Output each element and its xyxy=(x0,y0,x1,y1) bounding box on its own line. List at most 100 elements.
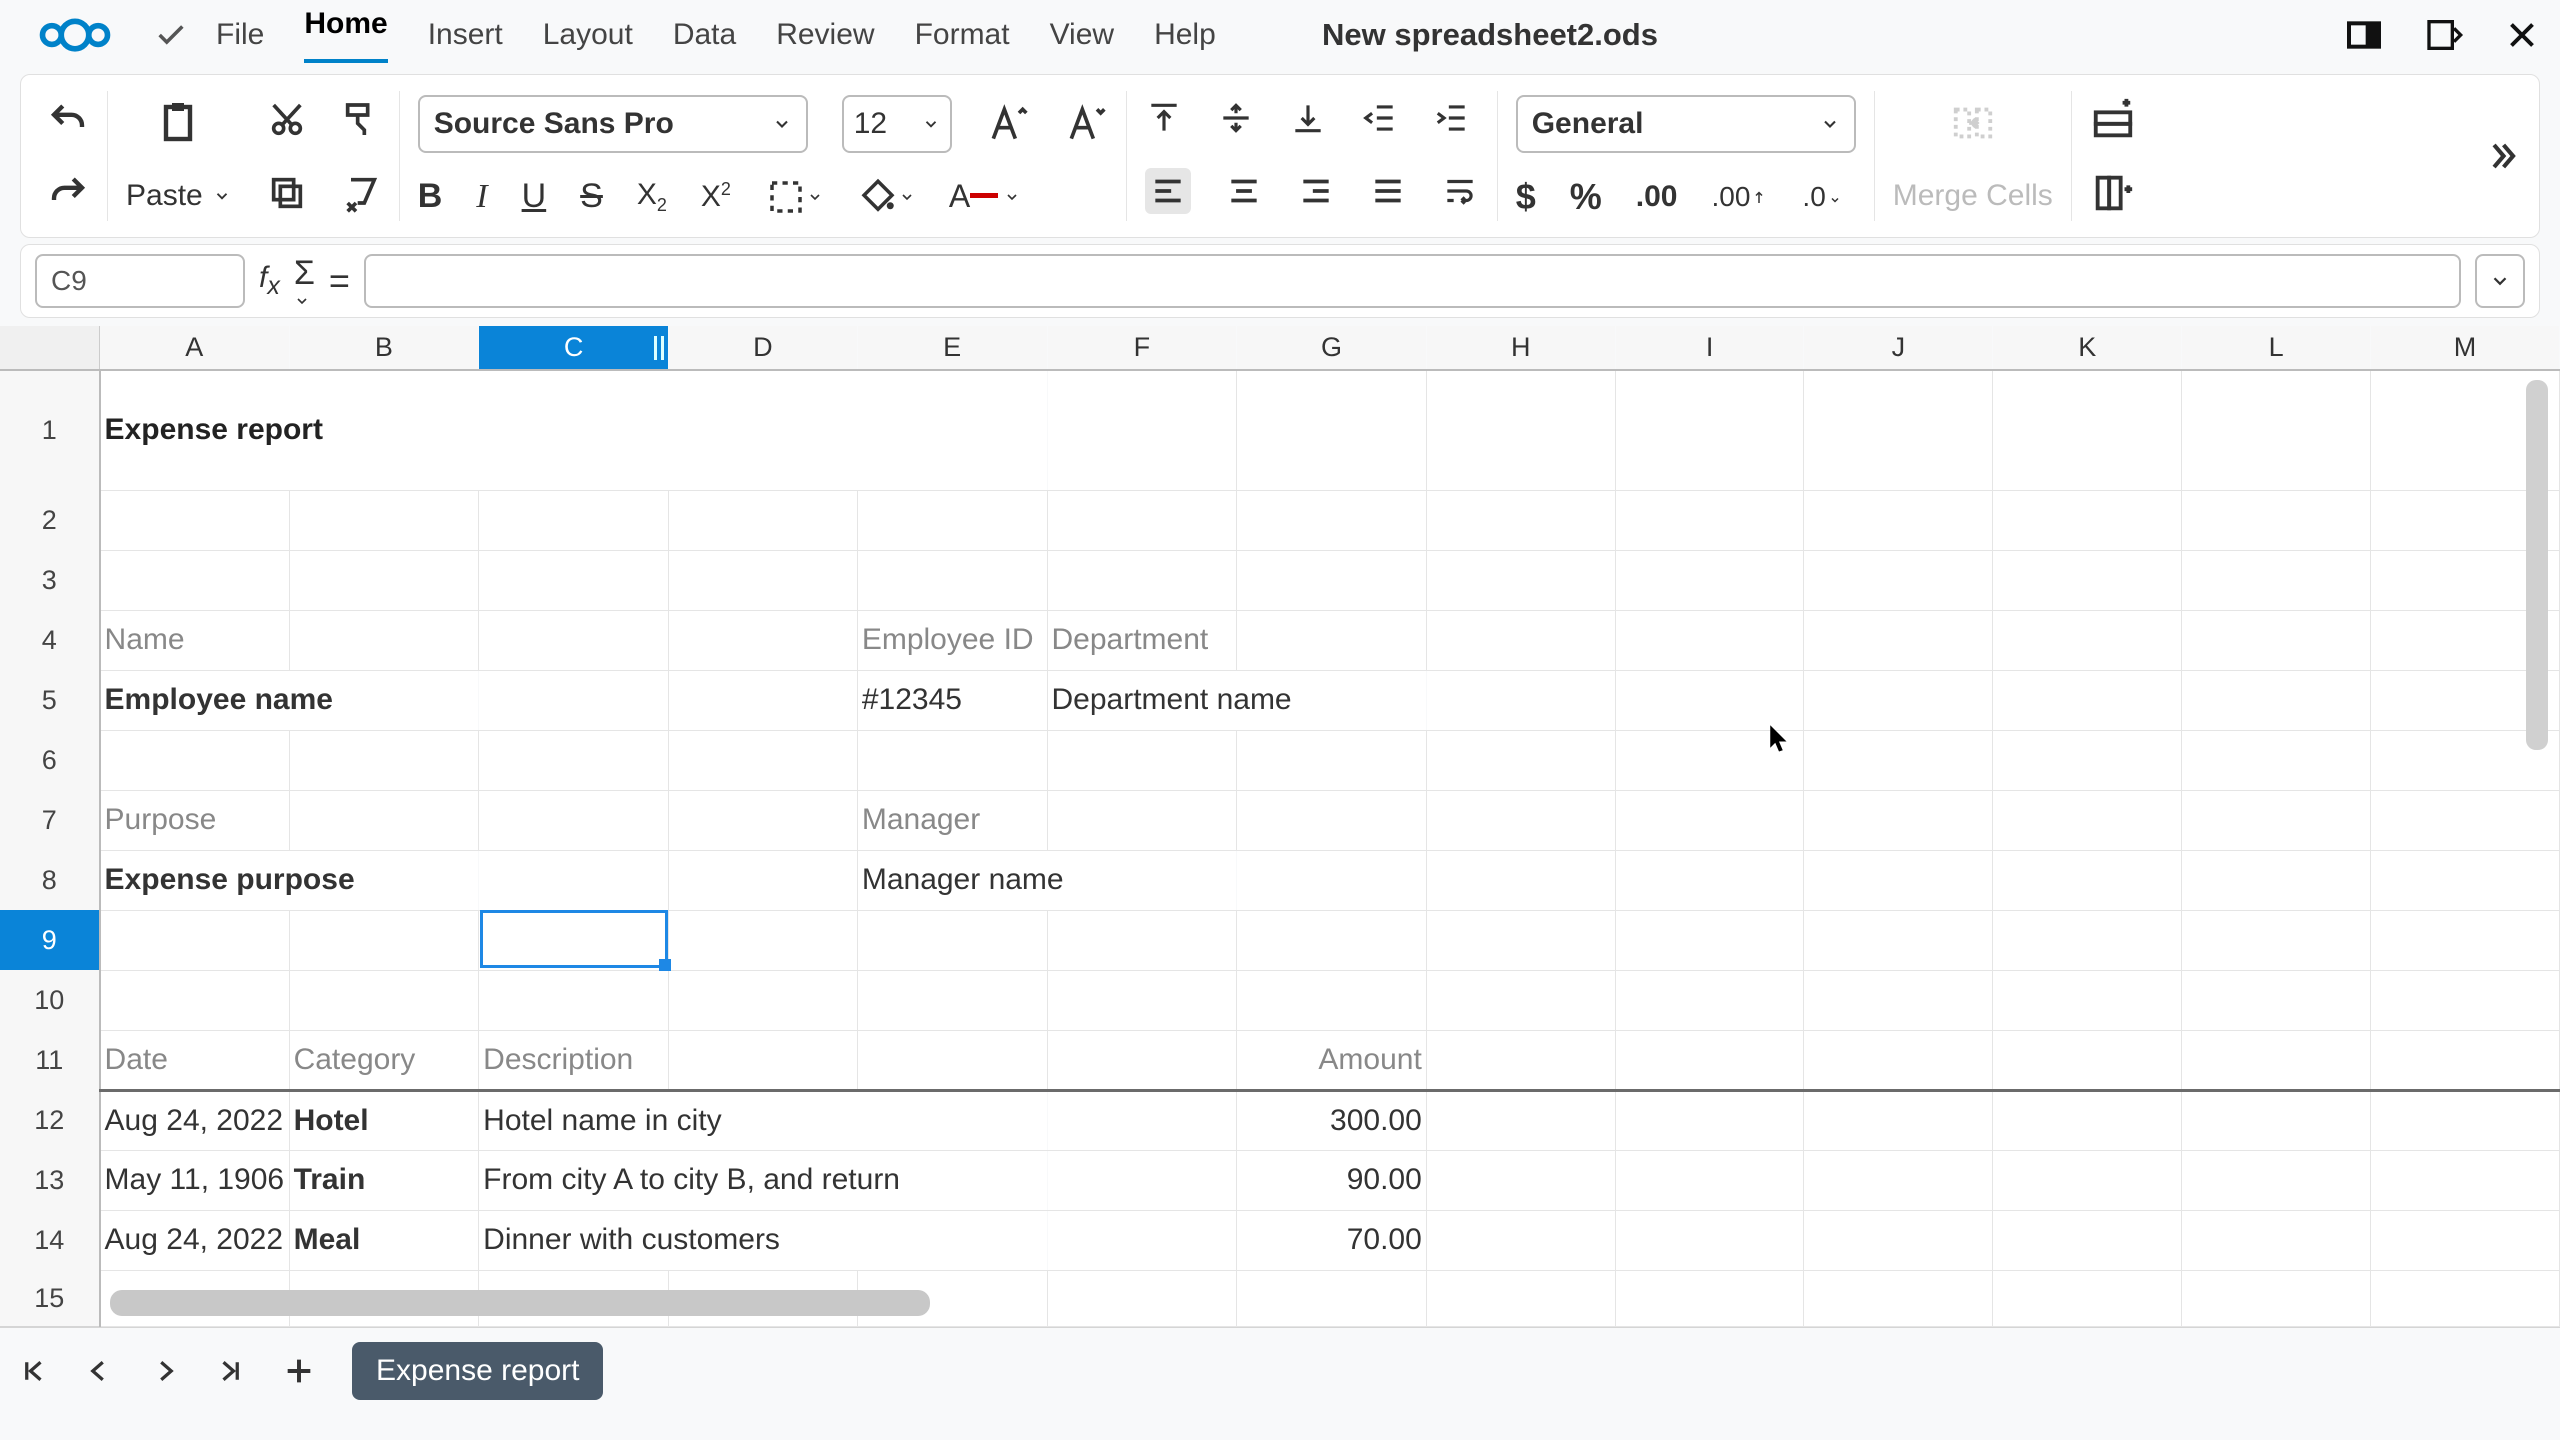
menu-view[interactable]: View xyxy=(1050,18,1114,52)
cell-I8[interactable] xyxy=(1615,850,1804,910)
cell-E8[interactable]: Manager name xyxy=(857,850,1237,910)
number-format-select[interactable]: General xyxy=(1516,95,1856,153)
cell-J4[interactable] xyxy=(1804,610,1993,670)
cell-J3[interactable] xyxy=(1804,550,1993,610)
underline-button[interactable]: U xyxy=(522,177,547,216)
cell-H9[interactable] xyxy=(1426,910,1615,970)
cut-icon[interactable] xyxy=(267,100,307,140)
decrease-decimal-icon[interactable]: .0 xyxy=(1802,181,1843,213)
menu-file[interactable]: File xyxy=(216,18,264,52)
cell-K11[interactable] xyxy=(1993,1030,2182,1090)
cell-K8[interactable] xyxy=(1993,850,2182,910)
cell-L13[interactable] xyxy=(2182,1150,2371,1210)
col-header-B[interactable]: B xyxy=(289,326,479,370)
cell-J8[interactable] xyxy=(1804,850,1993,910)
sheet-tab-active[interactable]: Expense report xyxy=(352,1342,603,1400)
last-sheet-icon[interactable] xyxy=(216,1356,246,1386)
cell-L7[interactable] xyxy=(2182,790,2371,850)
row-header-1[interactable]: 1 xyxy=(0,370,100,490)
menu-layout[interactable]: Layout xyxy=(543,18,633,52)
cell-A8[interactable]: Expense purpose xyxy=(100,850,479,910)
cell-F2[interactable] xyxy=(1047,490,1237,550)
menu-home[interactable]: Home xyxy=(304,7,387,63)
cell-C4[interactable] xyxy=(479,610,669,670)
cell-K14[interactable] xyxy=(1993,1210,2182,1270)
equals-icon[interactable]: = xyxy=(329,260,350,302)
col-header-F[interactable]: F xyxy=(1047,326,1237,370)
insert-row-icon[interactable] xyxy=(2090,97,2136,143)
cell-A10[interactable] xyxy=(100,970,290,1030)
cell-A12[interactable]: Aug 24, 2022 xyxy=(100,1090,290,1150)
align-top-icon[interactable] xyxy=(1145,99,1183,137)
select-all-corner[interactable] xyxy=(0,326,100,370)
cell-I12[interactable] xyxy=(1615,1090,1804,1150)
cell-C8[interactable] xyxy=(479,850,669,910)
merge-icon[interactable] xyxy=(1893,100,2053,146)
cell-A3[interactable] xyxy=(100,550,290,610)
cell-H6[interactable] xyxy=(1426,730,1615,790)
row-header-3[interactable]: 3 xyxy=(0,550,100,610)
cell-L11[interactable] xyxy=(2182,1030,2371,1090)
add-sheet-icon[interactable] xyxy=(282,1354,316,1388)
cell-E3[interactable] xyxy=(857,550,1047,610)
cell-K4[interactable] xyxy=(1993,610,2182,670)
paste-icon[interactable] xyxy=(126,99,231,147)
cell-G2[interactable] xyxy=(1237,490,1426,550)
cell-G8[interactable] xyxy=(1237,850,1426,910)
cell-D3[interactable] xyxy=(668,550,857,610)
save-check-icon[interactable] xyxy=(154,18,188,52)
cell-H8[interactable] xyxy=(1426,850,1615,910)
increase-decimal-icon[interactable]: .00 xyxy=(1711,181,1768,213)
next-sheet-icon[interactable] xyxy=(150,1356,180,1386)
cell-J13[interactable] xyxy=(1804,1150,1993,1210)
expand-formula-icon[interactable] xyxy=(2475,254,2525,308)
cell-D9[interactable] xyxy=(668,910,857,970)
align-left-icon[interactable] xyxy=(1145,168,1191,214)
row-header-7[interactable]: 7 xyxy=(0,790,100,850)
cell-E9[interactable] xyxy=(857,910,1047,970)
cell-H3[interactable] xyxy=(1426,550,1615,610)
cell-L2[interactable] xyxy=(2182,490,2371,550)
cell-C12[interactable]: Hotel name in city xyxy=(479,1090,1047,1150)
menu-help[interactable]: Help xyxy=(1154,18,1216,52)
row-header-6[interactable]: 6 xyxy=(0,730,100,790)
cell-I5[interactable] xyxy=(1615,670,1804,730)
cell-M9[interactable] xyxy=(2371,910,2560,970)
cell-G10[interactable] xyxy=(1237,970,1426,1030)
formula-input[interactable] xyxy=(364,254,2461,308)
cell-K9[interactable] xyxy=(1993,910,2182,970)
cell-C9[interactable] xyxy=(479,910,669,970)
cell-D6[interactable] xyxy=(668,730,857,790)
cell-L14[interactable] xyxy=(2182,1210,2371,1270)
cell-G12[interactable]: 300.00 xyxy=(1237,1090,1426,1150)
cell-I13[interactable] xyxy=(1615,1150,1804,1210)
cell-H4[interactable] xyxy=(1426,610,1615,670)
col-header-A[interactable]: A xyxy=(100,326,290,370)
undo-button[interactable] xyxy=(47,99,89,141)
col-header-D[interactable]: D xyxy=(668,326,857,370)
cell-B3[interactable] xyxy=(289,550,479,610)
cell-reference-box[interactable]: C9 xyxy=(35,254,245,308)
align-center-icon[interactable] xyxy=(1225,172,1263,210)
col-header-J[interactable]: J xyxy=(1804,326,1993,370)
cell-C11[interactable]: Description xyxy=(479,1030,669,1090)
cell-E4[interactable]: Employee ID xyxy=(857,610,1047,670)
cell-F14[interactable] xyxy=(1047,1210,1237,1270)
row-header-10[interactable]: 10 xyxy=(0,970,100,1030)
border-button[interactable] xyxy=(765,176,823,218)
cell-I6[interactable] xyxy=(1615,730,1804,790)
cell-G15[interactable] xyxy=(1237,1270,1426,1326)
cell-F4[interactable]: Department xyxy=(1047,610,1237,670)
cell-B12[interactable]: Hotel xyxy=(289,1090,479,1150)
cell-H15[interactable] xyxy=(1426,1270,1615,1326)
cell-L4[interactable] xyxy=(2182,610,2371,670)
cell-A7[interactable]: Purpose xyxy=(100,790,290,850)
redo-button[interactable] xyxy=(47,172,89,214)
clear-format-icon[interactable] xyxy=(341,173,381,213)
cell-I9[interactable] xyxy=(1615,910,1804,970)
cell-C13[interactable]: From city A to city B, and return xyxy=(479,1150,1047,1210)
cell-M15[interactable] xyxy=(2371,1270,2560,1326)
cell-F9[interactable] xyxy=(1047,910,1237,970)
cell-J10[interactable] xyxy=(1804,970,1993,1030)
cell-D4[interactable] xyxy=(668,610,857,670)
